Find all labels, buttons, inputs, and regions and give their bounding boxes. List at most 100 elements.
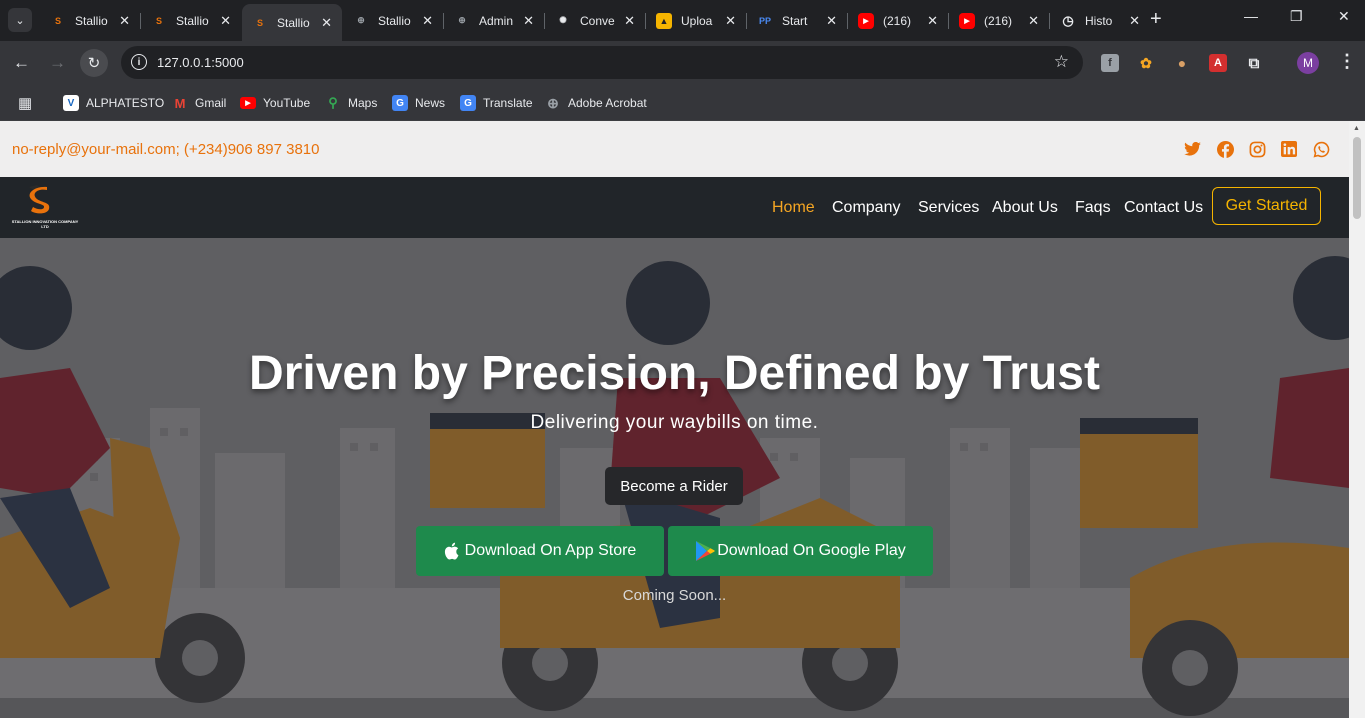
close-icon[interactable]: ✕ [220, 13, 231, 29]
bookmark-youtube[interactable]: ▶ YouTube [240, 93, 310, 113]
minimize-icon[interactable]: — [1244, 8, 1258, 24]
tab[interactable]: ✺ Conve ✕ [545, 6, 646, 35]
tab-label: (216) [984, 13, 1013, 28]
google-play-icon [695, 540, 715, 562]
site-info-icon[interactable]: i [131, 54, 147, 70]
company-logo[interactable]: STALLION INNOVATION COMPANY LTD [11, 183, 79, 235]
menu-icon[interactable]: ⋮ [1338, 51, 1356, 72]
close-icon[interactable]: ✕ [1129, 13, 1140, 29]
tab[interactable]: ▶ (216) ✕ [949, 6, 1050, 35]
bookmark-label: YouTube [263, 96, 311, 110]
instagram-icon[interactable] [1248, 140, 1266, 158]
tab-label: Stallio [277, 15, 310, 30]
facebook-icon[interactable] [1216, 140, 1234, 158]
hero-section: Driven by Precision, Defined by Trust De… [0, 238, 1349, 718]
nav-home[interactable]: Home [772, 199, 815, 217]
bookmark-translate[interactable]: G Translate [460, 93, 533, 113]
url-text[interactable]: 127.0.0.1:5000 [157, 55, 244, 70]
upload-icon: ▲ [656, 12, 672, 29]
chatgpt-icon: ✺ [559, 15, 567, 25]
acrobat-icon[interactable]: A [1209, 54, 1227, 72]
globe-icon: ⊕ [547, 94, 559, 111]
logo-text: STALLION INNOVATION COMPANY LTD [11, 219, 79, 229]
new-tab-button[interactable]: + [1150, 9, 1162, 29]
maps-icon: ⚲ [328, 95, 338, 110]
v-icon: V [63, 95, 79, 111]
nav-company[interactable]: Company [832, 199, 900, 217]
close-icon[interactable]: ✕ [119, 13, 130, 29]
google-play-button[interactable]: Download On Google Play [668, 526, 933, 576]
apps-icon[interactable]: ▦ [18, 93, 32, 113]
gmail-icon: M [174, 95, 186, 111]
close-icon[interactable]: ✕ [725, 13, 736, 29]
close-icon[interactable]: ✕ [422, 13, 433, 29]
tab-active[interactable]: S Stallio ✕ [242, 4, 342, 41]
pp-icon: PP [758, 15, 771, 26]
tab-search-button[interactable]: ⌄ [8, 8, 32, 32]
close-icon[interactable]: ✕ [927, 13, 938, 29]
bookmark-gmail[interactable]: M Gmail [172, 93, 227, 113]
close-icon[interactable]: ✕ [624, 13, 635, 29]
profile-avatar[interactable]: M [1297, 52, 1319, 74]
bookmark-label: ALPHATESTO [86, 96, 165, 110]
facebook-extension-icon[interactable]: f [1101, 54, 1119, 72]
tab[interactable]: PP Start ✕ [747, 6, 848, 35]
bookmarks-bar: ▦ V ALPHATESTO M Gmail ▶ YouTube ⚲ Maps … [0, 86, 1365, 121]
bookmark-star-icon[interactable]: ☆ [1054, 52, 1069, 72]
stallion-favicon-icon: S [54, 15, 61, 26]
linkedin-icon[interactable] [1280, 140, 1298, 158]
news-icon: G [392, 95, 408, 111]
tab[interactable]: ▶ (216) ✕ [848, 6, 949, 35]
tab[interactable]: ▲ Uploa ✕ [646, 6, 747, 35]
coming-soon-text: Coming Soon... [622, 587, 727, 604]
app-store-label: Download On App Store [464, 542, 637, 559]
scrollbar-thumb[interactable] [1353, 137, 1361, 219]
bookmark-label: Maps [348, 96, 378, 110]
close-icon[interactable]: ✕ [321, 15, 332, 31]
nav-about-us[interactable]: About Us [992, 199, 1058, 217]
tab-label: Stallio [75, 13, 108, 28]
restore-icon[interactable]: ❐ [1290, 8, 1303, 25]
tab[interactable]: S Stallio ✕ [40, 6, 141, 35]
bookmark-maps[interactable]: ⚲ Maps [325, 93, 377, 113]
cookie-extension-icon[interactable]: ✿ [1137, 54, 1155, 72]
stallion-favicon-icon: S [256, 17, 263, 28]
app-store-button[interactable]: Download On App Store [416, 526, 664, 576]
close-icon[interactable]: ✕ [1028, 13, 1039, 29]
back-icon[interactable]: ← [13, 53, 30, 73]
tab[interactable]: ◷ Histo ✕ [1050, 6, 1150, 35]
tab-strip: ⌄ S Stallio ✕ S Stallio ✕ S Stallio ✕ ⊕ … [0, 0, 1365, 41]
nav-faqs[interactable]: Faqs [1075, 199, 1111, 217]
scroll-up-icon[interactable]: ▲ [1353, 125, 1360, 132]
page-scrollbar[interactable]: ▲ [1349, 121, 1365, 718]
nav-contact-us[interactable]: Contact Us [1124, 199, 1203, 217]
tab[interactable]: ⊕ Stallio ✕ [343, 6, 444, 35]
tab[interactable]: ⊕ Admin ✕ [444, 6, 545, 35]
tab-label: Start [782, 13, 808, 28]
whatsapp-icon[interactable] [1312, 140, 1330, 158]
extensions-icon[interactable]: ⧉ [1245, 54, 1263, 72]
get-started-button[interactable]: Get Started [1212, 187, 1321, 225]
reload-icon[interactable]: ↻ [80, 49, 108, 77]
twitter-icon[interactable] [1183, 140, 1201, 158]
forward-icon[interactable]: → [49, 53, 66, 73]
bookmark-adobe-acrobat[interactable]: ⊕ Adobe Acrobat [545, 93, 647, 113]
bookmark-label: Translate [483, 96, 533, 110]
youtube-icon: ▶ [240, 97, 256, 109]
address-bar[interactable]: i 127.0.0.1:5000 ☆ [121, 46, 1083, 79]
nav-services[interactable]: Services [918, 199, 979, 217]
youtube-icon: ▶ [959, 12, 975, 29]
tab[interactable]: S Stallio ✕ [141, 6, 241, 35]
bookmark-news[interactable]: G News [392, 93, 445, 113]
translate-icon: G [460, 95, 476, 111]
close-icon[interactable]: ✕ [523, 13, 534, 29]
globe-icon: ⊕ [458, 15, 466, 25]
become-rider-button[interactable]: Become a Rider [605, 467, 743, 505]
tab-label: Stallio [378, 13, 411, 28]
tab-label: Histo [1085, 13, 1113, 28]
close-icon[interactable]: ✕ [826, 13, 837, 29]
bookmark-alphatesto[interactable]: V ALPHATESTO [63, 93, 164, 113]
page-viewport: no-reply@your-mail.com; (+234)906 897 38… [0, 121, 1349, 718]
cookie-icon[interactable]: ● [1173, 54, 1191, 72]
window-close-icon[interactable]: ✕ [1338, 8, 1350, 25]
